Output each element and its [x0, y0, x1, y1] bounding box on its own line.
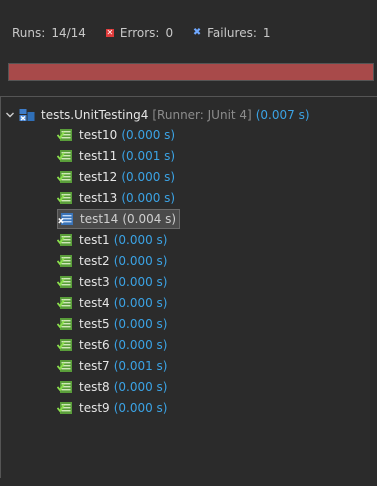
test-time: (0.000 s)	[121, 170, 176, 184]
test-pass-icon	[57, 150, 72, 162]
runs-counter: Runs: 14/14	[12, 26, 86, 40]
test-pass-icon	[57, 192, 72, 204]
test-summary: Runs: 14/14 ✕ Errors: 0 ✖ Failures: 1	[12, 26, 291, 40]
test-fail-icon	[58, 213, 73, 225]
test-row[interactable]: test1 (0.000 s)	[57, 230, 167, 250]
chevron-down-icon[interactable]	[5, 110, 15, 120]
test-row[interactable]: test11 (0.001 s)	[57, 146, 175, 166]
test-row[interactable]: test4 (0.000 s)	[57, 293, 167, 313]
test-name: test6	[79, 338, 110, 352]
test-name: test1	[79, 233, 110, 247]
test-tree[interactable]: tests.UnitTesting4 [Runner: JUnit 4] (0.…	[0, 96, 377, 478]
test-time: (0.000 s)	[113, 380, 168, 394]
test-name: test9	[79, 401, 110, 415]
test-time: (0.000 s)	[113, 275, 168, 289]
test-name: test3	[79, 275, 110, 289]
test-pass-icon	[57, 255, 72, 267]
test-row[interactable]: test7 (0.001 s)	[57, 356, 167, 376]
test-time: (0.001 s)	[113, 359, 168, 373]
errors-label: Errors:	[119, 26, 160, 40]
tree-suite-row[interactable]: tests.UnitTesting4 [Runner: JUnit 4] (0.…	[5, 105, 310, 125]
test-time: (0.000 s)	[121, 128, 176, 142]
test-name: test8	[79, 380, 110, 394]
test-time: (0.000 s)	[113, 401, 168, 415]
test-pass-icon	[57, 360, 72, 372]
test-name: test4	[79, 296, 110, 310]
test-pass-icon	[57, 129, 72, 141]
errors-counter: ✕ Errors: 0	[105, 26, 174, 40]
test-pass-icon	[57, 339, 72, 351]
test-row[interactable]: test2 (0.000 s)	[57, 251, 167, 271]
test-time: (0.000 s)	[113, 296, 168, 310]
suite-name: tests.UnitTesting4	[41, 108, 149, 122]
test-time: (0.000 s)	[113, 338, 168, 352]
test-name: test10	[79, 128, 118, 142]
failures-counter: ✖ Failures: 1	[192, 26, 271, 40]
test-row[interactable]: test9 (0.000 s)	[57, 398, 167, 418]
suite-time: (0.007 s)	[255, 108, 310, 122]
test-name: test12	[79, 170, 118, 184]
test-name: test13	[79, 191, 118, 205]
test-time: (0.000 s)	[121, 191, 176, 205]
test-name: test14	[80, 212, 119, 226]
test-pass-icon	[57, 171, 72, 183]
test-name: test7	[79, 359, 110, 373]
suite-runner: [Runner: JUnit 4]	[152, 108, 252, 122]
test-pass-icon	[57, 381, 72, 393]
test-time: (0.001 s)	[121, 149, 176, 163]
test-time: (0.000 s)	[113, 254, 168, 268]
test-progress-bar	[8, 63, 374, 81]
test-row[interactable]: test5 (0.000 s)	[57, 314, 167, 334]
test-time: (0.004 s)	[122, 212, 177, 226]
test-name: test5	[79, 317, 110, 331]
test-row[interactable]: test13 (0.000 s)	[57, 188, 175, 208]
test-pass-icon	[57, 276, 72, 288]
failures-label: Failures:	[207, 26, 257, 40]
test-row[interactable]: test12 (0.000 s)	[57, 167, 175, 187]
suite-fail-icon	[19, 109, 35, 121]
test-pass-icon	[57, 318, 72, 330]
failures-value: 1	[262, 26, 271, 40]
test-time: (0.000 s)	[113, 233, 168, 247]
test-pass-icon	[57, 297, 72, 309]
runs-label: Runs:	[12, 26, 46, 40]
error-icon: ✕	[105, 28, 114, 37]
test-row[interactable]: test8 (0.000 s)	[57, 377, 167, 397]
test-name: test2	[79, 254, 110, 268]
test-time: (0.000 s)	[113, 317, 168, 331]
failure-icon: ✖	[192, 27, 202, 38]
runs-value: 14/14	[51, 26, 86, 40]
test-name: test11	[79, 149, 118, 163]
test-pass-icon	[57, 402, 72, 414]
test-row[interactable]: test14 (0.004 s)	[57, 209, 181, 229]
test-row[interactable]: test3 (0.000 s)	[57, 272, 167, 292]
test-row[interactable]: test6 (0.000 s)	[57, 335, 167, 355]
errors-value: 0	[165, 26, 174, 40]
test-pass-icon	[57, 234, 72, 246]
test-row[interactable]: test10 (0.000 s)	[57, 125, 175, 145]
